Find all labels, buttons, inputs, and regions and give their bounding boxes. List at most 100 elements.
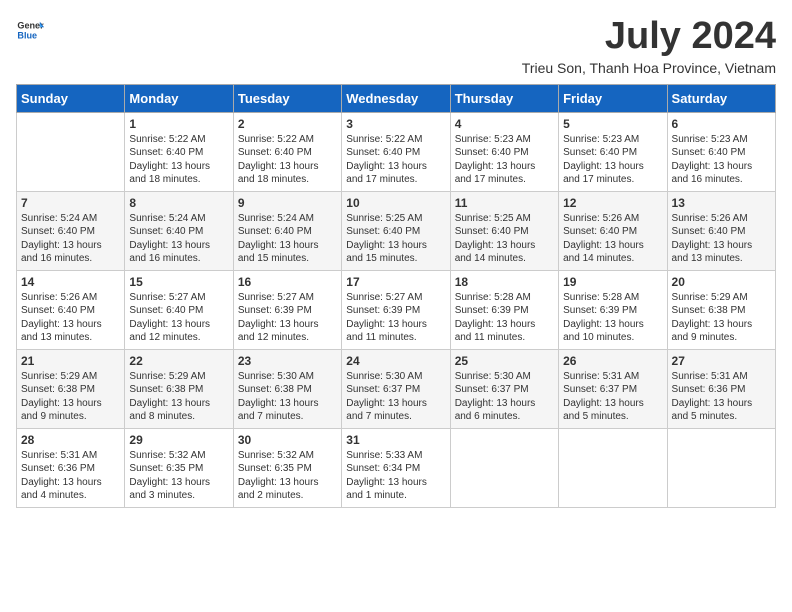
calendar-cell: 15 Sunrise: 5:27 AM Sunset: 6:40 PM Dayl… bbox=[125, 270, 233, 349]
day-number: 22 bbox=[129, 354, 228, 368]
day-number: 26 bbox=[563, 354, 662, 368]
day-number: 3 bbox=[346, 117, 445, 131]
calendar-table: SundayMondayTuesdayWednesdayThursdayFrid… bbox=[16, 84, 776, 508]
calendar-cell: 31 Sunrise: 5:33 AM Sunset: 6:34 PM Dayl… bbox=[342, 428, 450, 507]
calendar-cell: 13 Sunrise: 5:26 AM Sunset: 6:40 PM Dayl… bbox=[667, 191, 775, 270]
calendar-cell: 19 Sunrise: 5:28 AM Sunset: 6:39 PM Dayl… bbox=[559, 270, 667, 349]
day-info: Sunrise: 5:32 AM Sunset: 6:35 PM Dayligh… bbox=[129, 449, 228, 503]
day-number: 31 bbox=[346, 433, 445, 447]
day-header-sunday: Sunday bbox=[17, 84, 125, 112]
day-info: Sunrise: 5:26 AM Sunset: 6:40 PM Dayligh… bbox=[672, 212, 771, 266]
calendar-cell: 21 Sunrise: 5:29 AM Sunset: 6:38 PM Dayl… bbox=[17, 349, 125, 428]
day-info: Sunrise: 5:23 AM Sunset: 6:40 PM Dayligh… bbox=[455, 133, 554, 187]
day-number: 19 bbox=[563, 275, 662, 289]
day-number: 28 bbox=[21, 433, 120, 447]
week-row-1: 1 Sunrise: 5:22 AM Sunset: 6:40 PM Dayli… bbox=[17, 112, 776, 191]
day-info: Sunrise: 5:26 AM Sunset: 6:40 PM Dayligh… bbox=[21, 291, 120, 345]
calendar-cell bbox=[17, 112, 125, 191]
day-info: Sunrise: 5:28 AM Sunset: 6:39 PM Dayligh… bbox=[455, 291, 554, 345]
day-info: Sunrise: 5:28 AM Sunset: 6:39 PM Dayligh… bbox=[563, 291, 662, 345]
calendar-cell bbox=[559, 428, 667, 507]
week-row-5: 28 Sunrise: 5:31 AM Sunset: 6:36 PM Dayl… bbox=[17, 428, 776, 507]
calendar-header-row: SundayMondayTuesdayWednesdayThursdayFrid… bbox=[17, 84, 776, 112]
day-number: 2 bbox=[238, 117, 337, 131]
day-number: 24 bbox=[346, 354, 445, 368]
calendar-cell: 4 Sunrise: 5:23 AM Sunset: 6:40 PM Dayli… bbox=[450, 112, 558, 191]
calendar-cell: 3 Sunrise: 5:22 AM Sunset: 6:40 PM Dayli… bbox=[342, 112, 450, 191]
day-info: Sunrise: 5:24 AM Sunset: 6:40 PM Dayligh… bbox=[238, 212, 337, 266]
day-number: 1 bbox=[129, 117, 228, 131]
title-block: July 2024 Trieu Son, Thanh Hoa Province,… bbox=[522, 16, 776, 76]
day-number: 14 bbox=[21, 275, 120, 289]
day-header-monday: Monday bbox=[125, 84, 233, 112]
day-number: 16 bbox=[238, 275, 337, 289]
day-info: Sunrise: 5:26 AM Sunset: 6:40 PM Dayligh… bbox=[563, 212, 662, 266]
day-info: Sunrise: 5:32 AM Sunset: 6:35 PM Dayligh… bbox=[238, 449, 337, 503]
calendar-cell: 5 Sunrise: 5:23 AM Sunset: 6:40 PM Dayli… bbox=[559, 112, 667, 191]
day-info: Sunrise: 5:27 AM Sunset: 6:40 PM Dayligh… bbox=[129, 291, 228, 345]
calendar-cell: 11 Sunrise: 5:25 AM Sunset: 6:40 PM Dayl… bbox=[450, 191, 558, 270]
logo-icon: General Blue bbox=[16, 16, 44, 44]
day-info: Sunrise: 5:30 AM Sunset: 6:38 PM Dayligh… bbox=[238, 370, 337, 424]
calendar-cell: 29 Sunrise: 5:32 AM Sunset: 6:35 PM Dayl… bbox=[125, 428, 233, 507]
calendar-cell: 17 Sunrise: 5:27 AM Sunset: 6:39 PM Dayl… bbox=[342, 270, 450, 349]
day-number: 12 bbox=[563, 196, 662, 210]
day-number: 7 bbox=[21, 196, 120, 210]
day-info: Sunrise: 5:22 AM Sunset: 6:40 PM Dayligh… bbox=[346, 133, 445, 187]
day-info: Sunrise: 5:25 AM Sunset: 6:40 PM Dayligh… bbox=[346, 212, 445, 266]
day-info: Sunrise: 5:31 AM Sunset: 6:36 PM Dayligh… bbox=[21, 449, 120, 503]
location-subtitle: Trieu Son, Thanh Hoa Province, Vietnam bbox=[522, 60, 776, 76]
day-info: Sunrise: 5:30 AM Sunset: 6:37 PM Dayligh… bbox=[346, 370, 445, 424]
day-number: 17 bbox=[346, 275, 445, 289]
svg-text:Blue: Blue bbox=[17, 30, 37, 40]
day-info: Sunrise: 5:33 AM Sunset: 6:34 PM Dayligh… bbox=[346, 449, 445, 503]
day-number: 11 bbox=[455, 196, 554, 210]
day-info: Sunrise: 5:23 AM Sunset: 6:40 PM Dayligh… bbox=[672, 133, 771, 187]
day-number: 21 bbox=[21, 354, 120, 368]
calendar-cell: 7 Sunrise: 5:24 AM Sunset: 6:40 PM Dayli… bbox=[17, 191, 125, 270]
day-info: Sunrise: 5:24 AM Sunset: 6:40 PM Dayligh… bbox=[21, 212, 120, 266]
day-number: 9 bbox=[238, 196, 337, 210]
calendar-cell: 18 Sunrise: 5:28 AM Sunset: 6:39 PM Dayl… bbox=[450, 270, 558, 349]
day-info: Sunrise: 5:23 AM Sunset: 6:40 PM Dayligh… bbox=[563, 133, 662, 187]
calendar-cell: 6 Sunrise: 5:23 AM Sunset: 6:40 PM Dayli… bbox=[667, 112, 775, 191]
day-header-saturday: Saturday bbox=[667, 84, 775, 112]
calendar-cell: 22 Sunrise: 5:29 AM Sunset: 6:38 PM Dayl… bbox=[125, 349, 233, 428]
week-row-4: 21 Sunrise: 5:29 AM Sunset: 6:38 PM Dayl… bbox=[17, 349, 776, 428]
day-number: 29 bbox=[129, 433, 228, 447]
day-info: Sunrise: 5:31 AM Sunset: 6:36 PM Dayligh… bbox=[672, 370, 771, 424]
day-header-friday: Friday bbox=[559, 84, 667, 112]
day-info: Sunrise: 5:24 AM Sunset: 6:40 PM Dayligh… bbox=[129, 212, 228, 266]
calendar-cell bbox=[667, 428, 775, 507]
day-number: 8 bbox=[129, 196, 228, 210]
day-number: 27 bbox=[672, 354, 771, 368]
day-info: Sunrise: 5:22 AM Sunset: 6:40 PM Dayligh… bbox=[129, 133, 228, 187]
page-header: General Blue July 2024 Trieu Son, Thanh … bbox=[16, 16, 776, 76]
day-number: 15 bbox=[129, 275, 228, 289]
calendar-cell: 27 Sunrise: 5:31 AM Sunset: 6:36 PM Dayl… bbox=[667, 349, 775, 428]
day-info: Sunrise: 5:22 AM Sunset: 6:40 PM Dayligh… bbox=[238, 133, 337, 187]
week-row-2: 7 Sunrise: 5:24 AM Sunset: 6:40 PM Dayli… bbox=[17, 191, 776, 270]
calendar-cell: 9 Sunrise: 5:24 AM Sunset: 6:40 PM Dayli… bbox=[233, 191, 341, 270]
week-row-3: 14 Sunrise: 5:26 AM Sunset: 6:40 PM Dayl… bbox=[17, 270, 776, 349]
calendar-cell: 1 Sunrise: 5:22 AM Sunset: 6:40 PM Dayli… bbox=[125, 112, 233, 191]
calendar-cell: 16 Sunrise: 5:27 AM Sunset: 6:39 PM Dayl… bbox=[233, 270, 341, 349]
day-info: Sunrise: 5:25 AM Sunset: 6:40 PM Dayligh… bbox=[455, 212, 554, 266]
calendar-cell: 8 Sunrise: 5:24 AM Sunset: 6:40 PM Dayli… bbox=[125, 191, 233, 270]
calendar-cell: 28 Sunrise: 5:31 AM Sunset: 6:36 PM Dayl… bbox=[17, 428, 125, 507]
day-number: 30 bbox=[238, 433, 337, 447]
day-header-wednesday: Wednesday bbox=[342, 84, 450, 112]
calendar-cell: 23 Sunrise: 5:30 AM Sunset: 6:38 PM Dayl… bbox=[233, 349, 341, 428]
calendar-cell: 12 Sunrise: 5:26 AM Sunset: 6:40 PM Dayl… bbox=[559, 191, 667, 270]
calendar-cell: 2 Sunrise: 5:22 AM Sunset: 6:40 PM Dayli… bbox=[233, 112, 341, 191]
calendar-cell: 30 Sunrise: 5:32 AM Sunset: 6:35 PM Dayl… bbox=[233, 428, 341, 507]
calendar-cell: 20 Sunrise: 5:29 AM Sunset: 6:38 PM Dayl… bbox=[667, 270, 775, 349]
calendar-cell: 26 Sunrise: 5:31 AM Sunset: 6:37 PM Dayl… bbox=[559, 349, 667, 428]
day-info: Sunrise: 5:29 AM Sunset: 6:38 PM Dayligh… bbox=[672, 291, 771, 345]
day-number: 6 bbox=[672, 117, 771, 131]
calendar-cell: 10 Sunrise: 5:25 AM Sunset: 6:40 PM Dayl… bbox=[342, 191, 450, 270]
day-header-tuesday: Tuesday bbox=[233, 84, 341, 112]
calendar-cell: 25 Sunrise: 5:30 AM Sunset: 6:37 PM Dayl… bbox=[450, 349, 558, 428]
day-number: 23 bbox=[238, 354, 337, 368]
day-header-thursday: Thursday bbox=[450, 84, 558, 112]
